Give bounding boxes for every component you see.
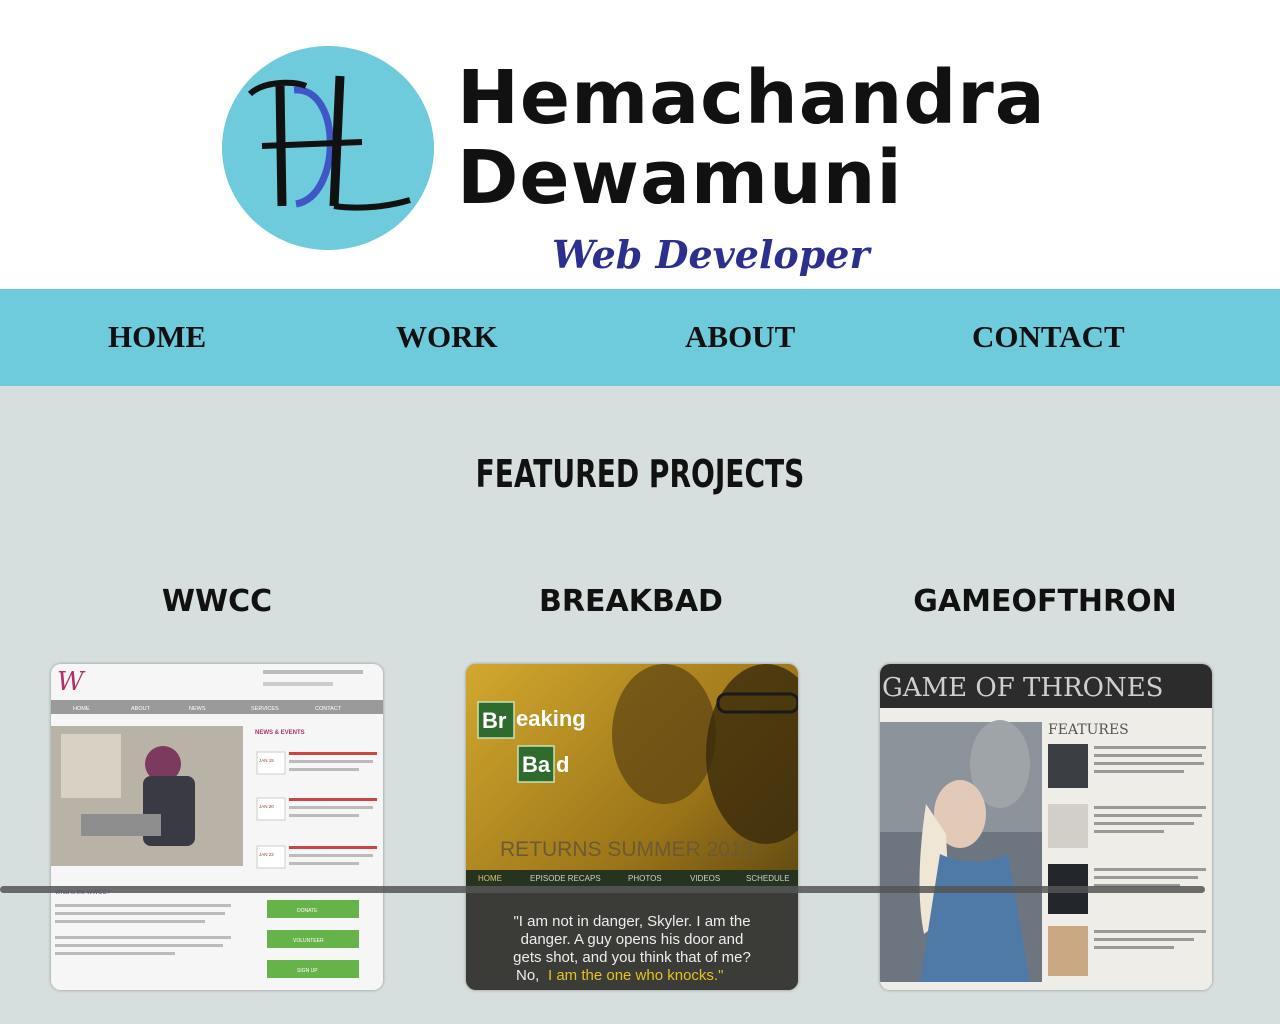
breakbad-logo-part4: d — [556, 752, 569, 777]
got-banner: GAME OF THRONES — [882, 673, 1163, 703]
wwcc-btn-0: DONATE — [297, 908, 318, 914]
breakbad-menu-2: PHOTOS — [628, 874, 662, 883]
project-title-gameofthrones[interactable]: GAMEOFTHRON — [875, 584, 1215, 619]
wwcc-nav-3: SERVICES — [251, 706, 279, 712]
wwcc-news-heading: NEWS & EVENTS — [255, 730, 305, 736]
wwcc-nav-2: NEWS — [189, 706, 206, 712]
brand-last-name: Dewamuni — [457, 135, 903, 221]
nav-home[interactable]: HOME — [108, 319, 206, 355]
gameofthrones-thumbnail: GAME OF THRONES FEATURES — [880, 664, 1212, 990]
got-features-heading: FEATURES — [1048, 722, 1129, 738]
wwcc-nav-0: HOME — [73, 706, 90, 712]
breakbad-quote-highlight: I am the one who knocks." — [548, 967, 723, 984]
nav-work[interactable]: WORK — [396, 319, 498, 355]
featured-projects-heading: FEATURED PROJECTS — [475, 452, 805, 496]
project-title-breakbad[interactable]: BREAKBAD — [461, 584, 801, 619]
wwcc-btn-1: VOLUNTEER — [293, 938, 324, 944]
main-nav: HOME WORK ABOUT CONTACT — [0, 289, 1280, 386]
breakbad-quote-end: No, — [516, 967, 539, 984]
project-card-breakbad[interactable]: Br eaking Ba d RETURNS SUMMER 2013 HOME … — [466, 664, 798, 990]
breakbad-quote-line3: gets shot, and you think that of me? — [513, 949, 751, 966]
svg-text:W: W — [57, 667, 86, 697]
brand-name: Hemachandra Dewamuni — [457, 58, 1077, 218]
breakbad-quote-line1: "I am not in danger, Skyler. I am the — [513, 913, 750, 930]
breakbad-returns: RETURNS SUMMER 2013 — [500, 838, 753, 861]
breakbad-menu-3: VIDEOS — [690, 874, 720, 883]
tagline: Web Developer — [552, 232, 870, 277]
wwcc-thumbnail: W HOME ABOUT NEWS SERVICES CONTACT NEWS … — [51, 664, 383, 990]
logo[interactable] — [222, 46, 434, 250]
wwcc-date-0: JAN 15 — [259, 758, 274, 763]
wwcc-btn-2: SIGN UP — [297, 968, 318, 974]
nav-contact[interactable]: CONTACT — [972, 319, 1125, 355]
breakbad-quote-line2: danger. A guy opens his door and — [521, 931, 744, 948]
breakbad-logo-part3: Ba — [522, 752, 551, 777]
wwcc-date-1: JAN 20 — [259, 804, 274, 809]
wwcc-nav-4: CONTACT — [315, 706, 342, 712]
brand-first-name: Hemachandra — [457, 55, 1046, 141]
breakbad-menu-4: SCHEDULE — [746, 874, 790, 883]
breakbad-menu-0: HOME — [478, 874, 502, 883]
nav-about[interactable]: ABOUT — [685, 319, 795, 355]
horizontal-scroll-divider — [0, 886, 1205, 893]
site-header: Hemachandra Dewamuni Web Developer — [0, 0, 1280, 290]
wwcc-date-2: JAN 22 — [259, 852, 274, 857]
wwcc-nav-1: ABOUT — [131, 706, 151, 712]
breakbad-menu-1: EPISODE RECAPS — [530, 874, 601, 883]
project-card-gameofthrones[interactable]: GAME OF THRONES FEATURES — [880, 664, 1212, 990]
breakbad-logo-part2: eaking — [516, 706, 586, 731]
breakbad-thumbnail: Br eaking Ba d RETURNS SUMMER 2013 HOME … — [466, 664, 798, 990]
project-card-wwcc[interactable]: W HOME ABOUT NEWS SERVICES CONTACT NEWS … — [51, 664, 383, 990]
breakbad-logo-part1: Br — [482, 708, 507, 733]
project-title-wwcc[interactable]: WWCC — [47, 584, 387, 619]
monogram-icon — [247, 75, 411, 211]
